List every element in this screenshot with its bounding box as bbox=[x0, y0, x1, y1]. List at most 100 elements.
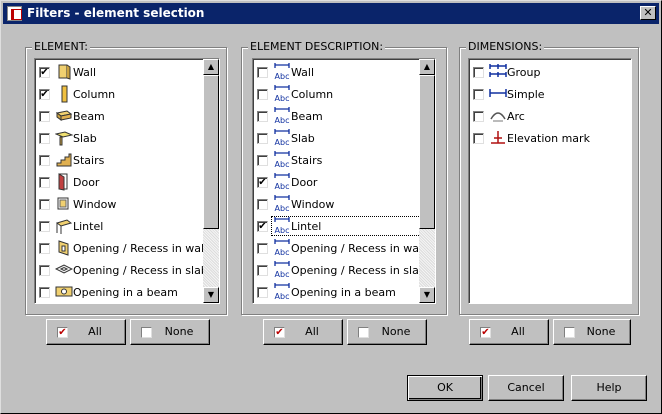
label-abc-icon: Abc bbox=[274, 195, 290, 213]
checkbox-unchecked[interactable] bbox=[257, 89, 268, 100]
list-item[interactable]: Opening in a beam bbox=[37, 281, 219, 303]
checkbox-checked[interactable]: ✔ bbox=[39, 67, 50, 78]
list-item[interactable]: Window bbox=[37, 193, 219, 215]
checkbox-unchecked[interactable] bbox=[39, 111, 50, 122]
checkbox-checked[interactable]: ✔ bbox=[257, 221, 268, 232]
list-item[interactable]: Stairs bbox=[37, 149, 219, 171]
label-abc-icon: Abc bbox=[274, 217, 290, 235]
list-item[interactable]: ✔ Abc Lintel bbox=[255, 215, 435, 237]
window-title: Filters - element selection bbox=[27, 6, 205, 20]
label-abc-icon: Abc bbox=[274, 63, 290, 81]
list-item[interactable]: Abc Wall bbox=[255, 61, 435, 83]
list-item-label: Column bbox=[73, 88, 116, 101]
ok-button[interactable]: OK bbox=[407, 375, 483, 401]
list-item[interactable]: Elevation mark bbox=[471, 127, 631, 149]
list-item[interactable]: Opening / Recess in slab bbox=[37, 259, 219, 281]
checkbox-unchecked[interactable] bbox=[257, 265, 268, 276]
list-item[interactable]: Arc bbox=[471, 105, 631, 127]
dimensions-none-button[interactable]: None bbox=[553, 319, 631, 345]
checkbox-unchecked[interactable] bbox=[39, 199, 50, 210]
checkbox-unchecked[interactable] bbox=[473, 111, 484, 122]
window-icon bbox=[57, 197, 69, 210]
checkbox-unchecked[interactable] bbox=[257, 243, 268, 254]
checkbox-unchecked[interactable] bbox=[257, 111, 268, 122]
list-item[interactable]: Lintel bbox=[37, 215, 219, 237]
checkbox-checked[interactable]: ✔ bbox=[257, 177, 268, 188]
checkbox-unchecked[interactable] bbox=[39, 287, 50, 298]
list-item[interactable]: Abc Opening / Recess in slab bbox=[255, 259, 435, 281]
list-item[interactable]: Abc Stairs bbox=[255, 149, 435, 171]
scroll-thumb[interactable] bbox=[419, 75, 435, 229]
checkbox-unchecked[interactable] bbox=[257, 133, 268, 144]
label-abc-icon: Abc bbox=[274, 85, 290, 103]
list-item-label: Simple bbox=[507, 88, 545, 101]
scroll-down-icon[interactable]: ▼ bbox=[419, 287, 435, 303]
checkbox-unchecked[interactable] bbox=[39, 221, 50, 232]
checkbox-unchecked[interactable] bbox=[39, 155, 50, 166]
element-list[interactable]: ✔ Wall ✔ Column Beam Slab Stairs Door Window Lint… bbox=[34, 58, 220, 304]
description-group-label: ELEMENT DESCRIPTION: bbox=[248, 40, 386, 53]
scroll-thumb[interactable] bbox=[203, 75, 219, 229]
list-item[interactable]: ✔ Column bbox=[37, 83, 219, 105]
scroll-up-icon[interactable]: ▲ bbox=[419, 59, 435, 75]
description-none-button[interactable]: None bbox=[347, 319, 427, 345]
dimensions-group: DIMENSIONS: Group Simple Arc Elevation mark bbox=[459, 40, 639, 315]
list-item[interactable]: Slab bbox=[37, 127, 219, 149]
checkbox-unchecked[interactable] bbox=[257, 155, 268, 166]
checkbox-unchecked[interactable] bbox=[257, 67, 268, 78]
description-list[interactable]: Abc Wall Abc Column Abc Beam Abc Slab Abc Stairs ✔… bbox=[252, 58, 436, 304]
label-abc-icon: Abc bbox=[274, 283, 290, 301]
checkbox-unchecked[interactable] bbox=[473, 133, 484, 144]
list-item[interactable]: Abc Window bbox=[255, 193, 435, 215]
list-item-label: Door bbox=[73, 176, 100, 189]
element-none-button[interactable]: None bbox=[130, 319, 210, 345]
list-item-label: Opening / Recess in wall bbox=[73, 242, 208, 255]
lintel-icon bbox=[55, 219, 73, 234]
svg-text:Abc: Abc bbox=[275, 160, 290, 169]
list-item[interactable]: Abc Opening / Recess in wall bbox=[255, 237, 435, 259]
cancel-button[interactable]: Cancel bbox=[488, 375, 564, 401]
list-item-label: Window bbox=[291, 198, 335, 211]
label-abc-icon: Abc bbox=[274, 151, 290, 169]
checkbox-unchecked[interactable] bbox=[39, 265, 50, 276]
description-list-scrollbar[interactable]: ▲ ▼ bbox=[419, 59, 435, 303]
list-item[interactable]: Abc Slab bbox=[255, 127, 435, 149]
help-button[interactable]: Help bbox=[571, 375, 647, 401]
list-item-label: Opening / Recess in slab bbox=[291, 264, 426, 277]
list-item[interactable]: Opening / Recess in wall bbox=[37, 237, 219, 259]
element-list-scrollbar[interactable]: ▲ ▼ bbox=[203, 59, 219, 303]
list-item[interactable]: Group bbox=[471, 61, 631, 83]
list-item-label: Lintel bbox=[291, 220, 322, 233]
list-item[interactable]: Abc Beam bbox=[255, 105, 435, 127]
list-item[interactable]: Door bbox=[37, 171, 219, 193]
checkbox-unchecked[interactable] bbox=[257, 287, 268, 298]
beam-icon bbox=[55, 110, 73, 121]
checkbox-unchecked[interactable] bbox=[39, 177, 50, 188]
checkbox-unchecked[interactable] bbox=[473, 89, 484, 100]
group-dimension-icon bbox=[489, 64, 507, 77]
list-item[interactable]: Beam bbox=[37, 105, 219, 127]
checkbox-unchecked[interactable] bbox=[257, 199, 268, 210]
dimensions-group-label: DIMENSIONS: bbox=[466, 40, 545, 53]
list-item-label: Stairs bbox=[291, 154, 323, 167]
list-item[interactable]: Simple bbox=[471, 83, 631, 105]
list-item-label: Opening in a beam bbox=[291, 286, 396, 299]
element-all-button[interactable]: ✔ All bbox=[46, 319, 126, 345]
checkbox-unchecked[interactable] bbox=[473, 67, 484, 78]
checkbox-unchecked[interactable] bbox=[39, 243, 50, 254]
list-item[interactable]: ✔ Wall bbox=[37, 61, 219, 83]
list-item[interactable]: Abc Column bbox=[255, 83, 435, 105]
title-bar[interactable]: Filters - element selection ✕ bbox=[3, 3, 659, 24]
scroll-down-icon[interactable]: ▼ bbox=[203, 287, 219, 303]
description-all-button[interactable]: ✔ All bbox=[263, 319, 343, 345]
list-item-label: Slab bbox=[291, 132, 315, 145]
checkbox-unchecked[interactable] bbox=[39, 133, 50, 144]
label-abc-icon: Abc bbox=[274, 239, 290, 257]
close-button[interactable]: ✕ bbox=[640, 6, 656, 20]
dimensions-list[interactable]: Group Simple Arc Elevation mark bbox=[468, 58, 632, 304]
dimensions-all-button[interactable]: ✔ All bbox=[469, 319, 549, 345]
list-item[interactable]: ✔ Abc Door bbox=[255, 171, 435, 193]
list-item[interactable]: Abc Opening in a beam bbox=[255, 281, 435, 303]
checkbox-checked[interactable]: ✔ bbox=[39, 89, 50, 100]
scroll-up-icon[interactable]: ▲ bbox=[203, 59, 219, 75]
